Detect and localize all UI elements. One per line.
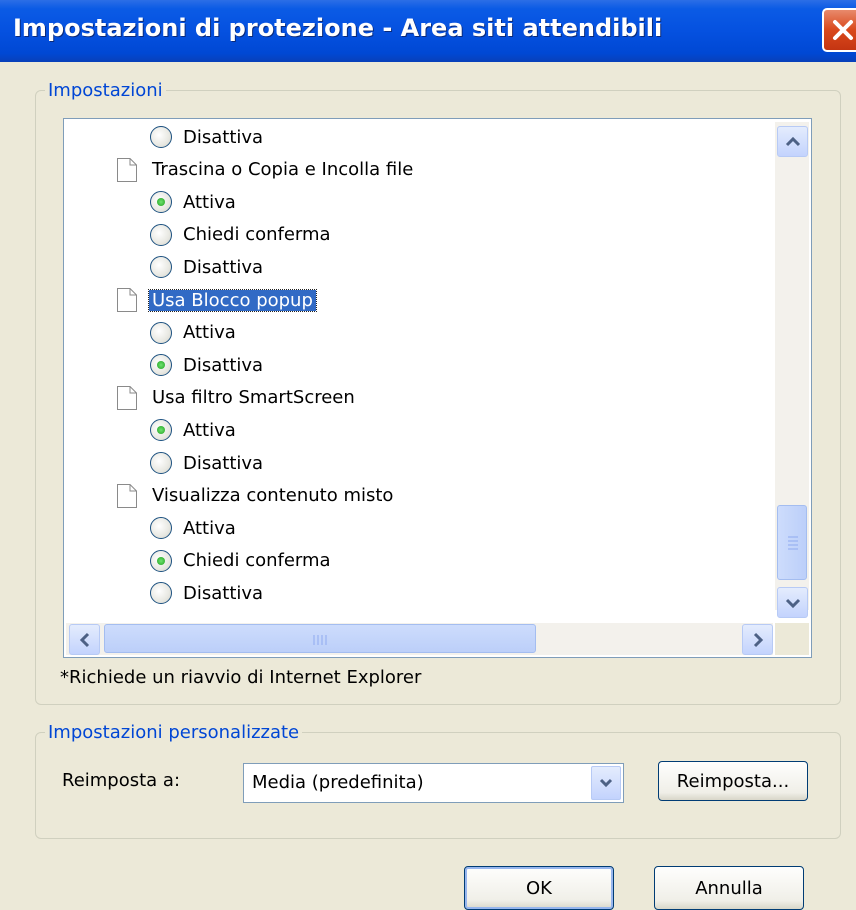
horizontal-scroll-thumb[interactable] bbox=[104, 624, 536, 653]
close-button[interactable] bbox=[822, 8, 856, 52]
radio-unchecked-icon[interactable] bbox=[150, 321, 172, 344]
reset-level-value: Media (predefinita) bbox=[252, 772, 424, 793]
settings-group-legend: Impostazioni bbox=[48, 80, 163, 101]
radio-option[interactable]: Disattiva bbox=[150, 578, 263, 608]
close-icon bbox=[833, 20, 853, 40]
cancel-button[interactable]: Annulla bbox=[654, 866, 804, 910]
radio-option[interactable]: Chiedi conferma bbox=[150, 546, 331, 576]
vertical-scroll-thumb[interactable] bbox=[777, 505, 807, 580]
horizontal-scrollbar[interactable] bbox=[66, 623, 773, 655]
radio-unchecked-icon[interactable] bbox=[150, 517, 172, 540]
grip-icon bbox=[788, 536, 798, 550]
chevron-down-icon bbox=[599, 778, 613, 788]
chevron-down-icon bbox=[785, 598, 800, 608]
radio-option[interactable]: Attiva bbox=[150, 513, 236, 543]
scrollbar-corner bbox=[775, 623, 809, 655]
radio-option[interactable]: Attiva bbox=[150, 415, 236, 445]
radio-option[interactable]: Disattiva bbox=[150, 448, 263, 478]
radio-unchecked-icon[interactable] bbox=[150, 256, 172, 279]
radio-unchecked-icon[interactable] bbox=[150, 223, 172, 246]
option-label: Attiva bbox=[183, 419, 236, 441]
setting-category[interactable]: Visualizza contenuto misto bbox=[116, 481, 393, 511]
window-title: Impostazioni di protezione - Area siti a… bbox=[13, 14, 663, 42]
reset-level-select[interactable]: Media (predefinita) bbox=[243, 763, 624, 803]
radio-checked-icon[interactable] bbox=[150, 419, 172, 442]
setting-category[interactable]: Usa filtro SmartScreen bbox=[116, 383, 355, 413]
radio-checked-icon[interactable] bbox=[150, 191, 172, 214]
option-label: Disattiva bbox=[183, 582, 264, 604]
radio-option[interactable]: Attiva bbox=[150, 318, 236, 348]
ok-button[interactable]: OK bbox=[464, 866, 614, 910]
radio-checked-icon[interactable] bbox=[150, 549, 172, 572]
document-icon bbox=[117, 385, 137, 410]
option-label: Chiedi conferma bbox=[183, 550, 331, 572]
grip-icon bbox=[313, 635, 327, 645]
setting-category[interactable]: Trascina o Copia e Incolla file bbox=[116, 155, 413, 185]
option-label: Trascina o Copia e Incolla file bbox=[152, 159, 414, 181]
option-label: Attiva bbox=[183, 517, 236, 539]
chevron-right-icon bbox=[753, 632, 763, 647]
radio-option[interactable]: Attiva bbox=[150, 187, 236, 217]
reset-button[interactable]: Reimposta... bbox=[658, 761, 808, 801]
restart-note: *Richiede un riavvio di Internet Explore… bbox=[60, 667, 422, 688]
option-label: Disattiva bbox=[183, 256, 264, 278]
option-label: Disattiva bbox=[183, 126, 264, 148]
option-label: Usa filtro SmartScreen bbox=[152, 387, 355, 409]
document-icon bbox=[117, 157, 137, 182]
document-icon bbox=[117, 483, 137, 508]
title-bar: Impostazioni di protezione - Area siti a… bbox=[0, 0, 856, 62]
chevron-left-icon bbox=[79, 632, 89, 647]
option-label: Usa Blocco popup bbox=[148, 288, 317, 312]
radio-option[interactable]: Disattiva bbox=[150, 252, 263, 282]
radio-checked-icon[interactable] bbox=[150, 354, 172, 377]
option-label: Visualizza contenuto misto bbox=[152, 485, 394, 507]
radio-option[interactable]: Disattiva bbox=[150, 350, 263, 380]
radio-unchecked-icon[interactable] bbox=[150, 582, 172, 605]
radio-option[interactable]: Chiedi conferma bbox=[150, 220, 331, 250]
document-icon bbox=[117, 288, 137, 312]
scroll-down-button[interactable] bbox=[777, 587, 808, 618]
chevron-up-icon bbox=[785, 136, 800, 146]
scroll-up-button[interactable] bbox=[777, 126, 808, 157]
radio-option[interactable]: Disattiva bbox=[150, 122, 263, 152]
dropdown-button[interactable] bbox=[591, 766, 621, 800]
radio-unchecked-icon[interactable] bbox=[150, 452, 172, 474]
setting-category[interactable]: Usa Blocco popup bbox=[116, 285, 317, 315]
option-label: Attiva bbox=[183, 322, 236, 344]
option-label: Attiva bbox=[183, 191, 236, 213]
option-label: Chiedi conferma bbox=[183, 224, 331, 246]
scroll-left-button[interactable] bbox=[69, 624, 100, 655]
scroll-right-button[interactable] bbox=[742, 624, 773, 655]
settings-tree[interactable]: Disattiva Trascina o Copia e Incolla file… bbox=[63, 118, 812, 658]
option-label: Disattiva bbox=[183, 354, 264, 376]
vertical-scrollbar[interactable] bbox=[775, 122, 809, 618]
reset-to-label: Reimposta a: bbox=[62, 770, 181, 791]
radio-unchecked-icon[interactable] bbox=[150, 126, 172, 148]
custom-group-legend: Impostazioni personalizzate bbox=[48, 722, 300, 743]
option-label: Disattiva bbox=[183, 452, 264, 474]
